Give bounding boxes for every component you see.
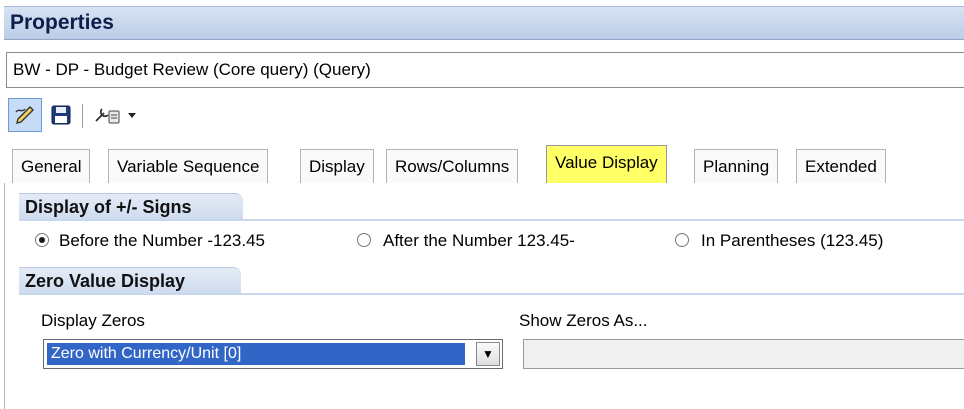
query-name-text: BW - DP - Budget Review (Core query) (Qu… <box>13 60 371 79</box>
window-title: Properties <box>10 11 114 34</box>
tab-variable-sequence[interactable]: Variable Sequence <box>108 149 269 183</box>
tab-rows-columns[interactable]: Rows/Columns <box>386 149 519 183</box>
radio-in-parentheses[interactable]: In Parentheses (123.45) <box>675 231 955 253</box>
toolbar-separator <box>82 104 83 128</box>
radio-after-number[interactable]: After the Number 123.45- <box>357 231 657 253</box>
tools-dropdown-icon <box>95 108 136 124</box>
tab-strip: General Variable Sequence Display Rows/C… <box>4 143 964 184</box>
query-name-field: BW - DP - Budget Review (Core query) (Qu… <box>6 52 964 88</box>
display-zeros-select[interactable]: Zero with Currency/Unit [0] ▼ <box>43 339 503 369</box>
tab-planning[interactable]: Planning <box>694 149 779 183</box>
save-icon <box>51 105 71 125</box>
chevron-down-icon: ▼ <box>482 347 494 361</box>
tab-value-display[interactable]: Value Display <box>546 145 667 183</box>
toolbar <box>6 92 964 140</box>
display-zeros-dropdown-button[interactable]: ▼ <box>476 342 500 366</box>
zero-group-divider <box>19 293 964 295</box>
display-zeros-value: Zero with Currency/Unit [0] <box>47 343 465 365</box>
zero-group-title: Zero Value Display <box>19 267 241 293</box>
radio-before-number-label: Before the Number -123.45 <box>59 231 266 250</box>
radio-after-number-button[interactable] <box>357 233 371 247</box>
display-zeros-label: Display Zeros <box>41 311 145 330</box>
radio-in-parentheses-label: In Parentheses (123.45) <box>701 231 884 250</box>
show-zeros-as-label: Show Zeros As... <box>519 311 648 330</box>
tools-dropdown-button[interactable] <box>90 98 142 132</box>
tab-display[interactable]: Display <box>300 149 374 183</box>
tab-general[interactable]: General <box>12 149 91 183</box>
radio-in-parentheses-button[interactable] <box>675 233 689 247</box>
show-zeros-as-field <box>523 339 964 369</box>
radio-before-number[interactable]: Before the Number -123.45 <box>29 231 329 253</box>
radio-after-number-label: After the Number 123.45- <box>383 231 575 250</box>
value-display-panel: Display of +/- Signs Before the Number -… <box>4 183 964 409</box>
edit-query-button[interactable] <box>8 98 42 132</box>
radio-before-number-button[interactable] <box>35 233 49 247</box>
tab-extended[interactable]: Extended <box>796 149 886 183</box>
properties-title-bar: Properties <box>4 6 964 40</box>
save-button[interactable] <box>44 98 78 132</box>
edit-query-icon <box>15 106 34 124</box>
signs-group-title: Display of +/- Signs <box>19 193 243 219</box>
signs-group-divider <box>19 219 964 221</box>
